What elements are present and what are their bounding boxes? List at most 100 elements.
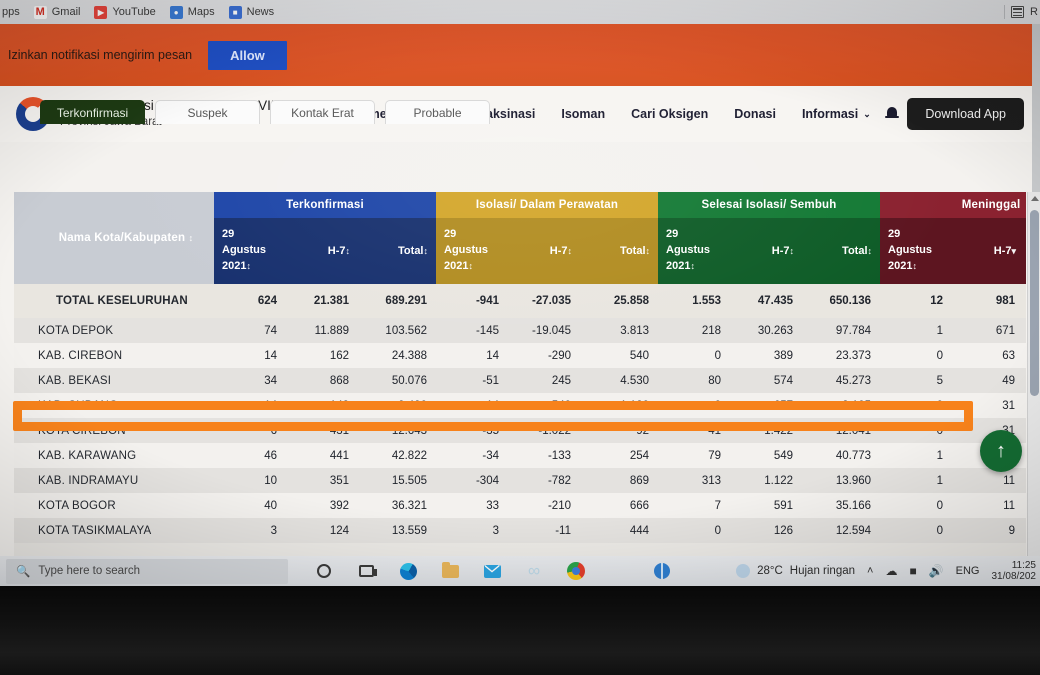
- weather-desc: Hujan ringan: [789, 565, 856, 577]
- table-scrollbar[interactable]: [1027, 192, 1040, 556]
- col-isolasi-h7[interactable]: H-7↕: [508, 218, 580, 284]
- cortana-icon[interactable]: [314, 561, 334, 581]
- download-app-button[interactable]: Download App: [907, 98, 1024, 130]
- onedrive-icon[interactable]: ☁: [885, 564, 897, 578]
- row-value: 3: [270, 524, 277, 537]
- tray-expand-chevron-icon[interactable]: ˄: [867, 565, 873, 577]
- nav-item-donasi[interactable]: Donasi: [734, 107, 776, 121]
- sort-icon: ↕: [867, 246, 873, 256]
- scroll-to-top-icon[interactable]: ↑: [980, 430, 1022, 472]
- file-explorer-icon[interactable]: [440, 561, 460, 581]
- table-row[interactable]: KOTA TASIKMALAYA 3 124 13.559 3 -11 444 0 126 12.…: [14, 518, 1026, 543]
- weather-widget[interactable]: 28°C Hujan ringan: [736, 564, 855, 578]
- nav-item-isoman[interactable]: Isoman: [561, 107, 605, 121]
- table-row[interactable]: KAB. CIREBON 14 162 24.388 14 -290 540 0 389 23.3…: [14, 343, 1026, 368]
- row-value: 8.105: [842, 399, 872, 412]
- table-row[interactable]: KAB. SUBANG 14 148 9.490 14 -540 1.120 0 657 8.10…: [14, 393, 1026, 418]
- bookmark-maps[interactable]: ● Maps: [169, 5, 215, 19]
- table-row[interactable]: KAB. INDRAMAYU 10 351 15.505 -304 -782 869 313 1…: [14, 468, 1026, 493]
- col-meninggal-h7[interactable]: H-7▾: [952, 218, 1025, 284]
- row-value: 689.291: [358, 284, 436, 318]
- nav-item-informasi[interactable]: Informasi ⌄: [802, 107, 871, 121]
- globe-browser-icon[interactable]: [652, 561, 672, 581]
- table-row[interactable]: KOTA BOGOR 40 392 36.321 33 -210 666 7 591 35.166…: [14, 493, 1026, 518]
- sort-icon[interactable]: ↕: [691, 261, 696, 271]
- row-value: 1.553: [658, 284, 731, 318]
- col-terkonfirmasi-h7[interactable]: H-7↕: [286, 218, 358, 284]
- edge-browser-icon[interactable]: [398, 561, 418, 581]
- sort-icon[interactable]: ↕: [189, 233, 194, 243]
- row-value: 869: [629, 474, 650, 487]
- nav-item-cari-oksigen[interactable]: Cari Oksigen: [631, 107, 708, 121]
- chrome-browser-icon[interactable]: [566, 561, 586, 581]
- infinity-icon[interactable]: ∞: [524, 561, 544, 581]
- row-value: 1.795: [1024, 443, 1026, 468]
- row-value: 0: [714, 524, 722, 537]
- news-icon: ■: [228, 5, 242, 19]
- sort-icon: ↕: [345, 246, 351, 256]
- col-isolasi-date[interactable]: 29 Agustus 2021↕: [436, 218, 508, 284]
- col-sembuh-h7[interactable]: H-7↕: [730, 218, 803, 284]
- row-value: 162: [329, 349, 349, 362]
- bookmark-apps[interactable]: pps: [2, 6, 20, 18]
- row-name: KAB. CIREBON: [38, 349, 123, 362]
- task-view-icon[interactable]: [356, 561, 377, 581]
- search-icon: 🔍: [16, 566, 31, 578]
- row-value: 0: [936, 399, 944, 412]
- group-header-meninggal: Meninggal: [880, 192, 1026, 218]
- row-value: 273: [1024, 368, 1026, 393]
- sort-icon[interactable]: ↕: [468, 261, 473, 271]
- scroll-up-arrow-icon[interactable]: [1031, 196, 1039, 201]
- clock[interactable]: 11:25 31/08/202: [992, 560, 1037, 583]
- table-row[interactable]: KAB. KARAWANG 46 441 42.822 -34 -133 254 79 549 4…: [14, 443, 1026, 468]
- table-row[interactable]: KOTA DEPOK 74 11.889 103.562 -145 -19.045 3.81…: [14, 318, 1026, 343]
- mail-icon[interactable]: [482, 561, 502, 581]
- row-name: KOTA BOGOR: [38, 499, 116, 512]
- tab-terkonfirmasi[interactable]: Terkonfirmasi: [40, 100, 145, 124]
- row-value: 1: [936, 324, 944, 337]
- col-meninggal-total[interactable]: Total↕: [1024, 218, 1026, 284]
- col-terkonfirmasi-date[interactable]: 29 Agustus 2021↕: [214, 218, 286, 284]
- col-meninggal-date[interactable]: 29 Agustus 2021↕: [880, 218, 953, 284]
- weather-temp: 28°C: [757, 565, 783, 577]
- row-value: 63: [1002, 349, 1016, 362]
- allow-button[interactable]: Allow: [208, 40, 287, 70]
- bookmark-gmail[interactable]: M Gmail: [33, 5, 80, 19]
- col-sembuh-date[interactable]: 29 Agustus 2021↕: [658, 218, 731, 284]
- row-value: 11: [1003, 499, 1016, 512]
- row-value: 6: [270, 424, 277, 437]
- row-value: -540: [547, 399, 571, 412]
- date-line-3: 2021: [222, 259, 247, 272]
- table-row[interactable]: KAB. BEKASI 34 868 50.076 -51 245 4.530 80 574 45…: [14, 368, 1026, 393]
- bookmark-news[interactable]: ■ News: [228, 5, 274, 19]
- reading-list-icon[interactable]: [1011, 6, 1025, 18]
- col-terkonfirmasi-total[interactable]: Total↕: [358, 218, 436, 284]
- language-indicator[interactable]: ENG: [956, 565, 980, 577]
- row-value: 657: [773, 399, 794, 412]
- tab-probable[interactable]: Probable: [385, 100, 490, 124]
- tab-suspek[interactable]: Suspek: [155, 100, 260, 124]
- row-value: 624: [214, 284, 286, 318]
- row-value: -145: [475, 324, 499, 337]
- row-value: 245: [551, 374, 571, 387]
- sort-icon[interactable]: ↕: [913, 261, 918, 271]
- name-column-label: Nama Kota/Kabupaten: [58, 232, 186, 244]
- col-sembuh-total[interactable]: Total↕: [802, 218, 881, 284]
- row-value: 0: [714, 349, 722, 362]
- table-row-total[interactable]: TOTAL KESELURUHAN 624 21.381 689.291 -941 -27…: [14, 284, 1026, 318]
- row-value: 36.321: [391, 499, 427, 512]
- row-value: 42.822: [391, 449, 427, 462]
- tab-kontak-erat[interactable]: Kontak Erat: [270, 100, 375, 124]
- table-row[interactable]: KOTA CIREBON 6 431 12.643 -35 -1.022 92 41 1.422…: [14, 418, 1026, 443]
- notification-bell-icon[interactable]: [885, 106, 899, 122]
- scrollbar-thumb[interactable]: [1030, 210, 1039, 396]
- tab-label: Terkonfirmasi: [56, 105, 129, 120]
- reading-list-label: R: [1030, 6, 1038, 18]
- battery-icon[interactable]: ■: [909, 564, 916, 578]
- volume-icon[interactable]: 🔊: [929, 564, 944, 578]
- sort-icon[interactable]: ↕: [246, 261, 251, 271]
- taskbar-search-box[interactable]: 🔍 Type here to search: [6, 558, 288, 584]
- bookmark-youtube[interactable]: ▶ YouTube: [94, 5, 156, 19]
- col-isolasi-total[interactable]: Total↕: [580, 218, 659, 284]
- row-name: KAB. INDRAMAYU: [38, 474, 139, 487]
